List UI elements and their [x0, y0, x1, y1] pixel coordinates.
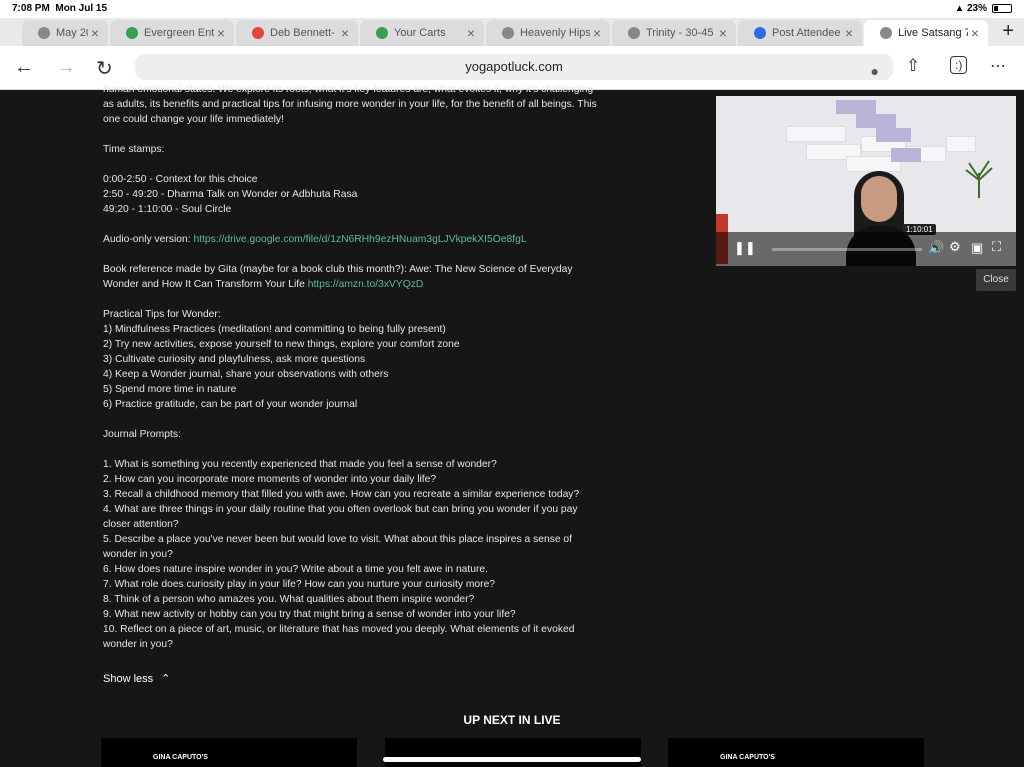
home-indicator[interactable]	[383, 757, 641, 762]
tab-label: Evergreen Ente	[144, 27, 214, 39]
zoom-icon	[754, 27, 766, 39]
list-item: 6. How does nature inspire wonder in you…	[103, 564, 489, 575]
reload-icon[interactable]: ↻	[96, 56, 113, 81]
list-item: 4) Keep a Wonder journal, share your obs…	[103, 369, 389, 380]
audio-line: Audio-only version: https://drive.google…	[103, 234, 527, 245]
close-tab-icon[interactable]: ×	[968, 25, 982, 41]
plant-icon	[965, 160, 993, 198]
mountain-icon	[126, 27, 138, 39]
timestamps-list: 0:00-2:50 - Context for this choice 2:50 …	[103, 172, 603, 217]
browser-tab[interactable]: Your Carts ×	[360, 20, 484, 46]
tabs-overview-icon[interactable]: :)	[950, 56, 968, 74]
list-item: 2. How can you incorporate more moments …	[103, 474, 437, 485]
progress-bar[interactable]	[772, 248, 922, 251]
share-icon[interactable]: ⇧	[906, 56, 920, 76]
description-body: human emotional states. We explore its r…	[103, 82, 603, 652]
tab-label: Your Carts	[394, 27, 446, 39]
browser-tab[interactable]: Post Attendee ×	[738, 20, 862, 46]
status-time: 7:08 PM Mon Jul 15	[12, 3, 108, 14]
status-bar: 7:08 PM Mon Jul 15 ▴ 23%	[0, 0, 1024, 18]
close-tab-icon[interactable]: ×	[464, 25, 478, 41]
intro-paragraph: human emotional states. We explore its r…	[103, 84, 597, 125]
pip-icon[interactable]: ▣	[971, 240, 983, 256]
volume-icon[interactable]: 🔊	[928, 240, 944, 256]
close-tab-icon[interactable]: ×	[590, 25, 604, 41]
book-line: Book reference made by Gita (maybe for a…	[103, 264, 573, 290]
list-item: 6) Practice gratitude, can be part of yo…	[103, 399, 358, 410]
mountain-icon	[376, 27, 388, 39]
tab-bar: May 2024 Z×Evergreen Ente×Deb Bennett- M…	[0, 18, 1024, 46]
prompts-title: Journal Prompts:	[103, 429, 181, 440]
timestamps-title: Time stamps:	[103, 144, 165, 155]
list-item: 0:00-2:50 - Context for this choice	[103, 174, 258, 185]
globe-icon	[38, 27, 50, 39]
video-player[interactable]: 1:10:01 ❚❚ 🔊 ⚙ ▣ ⛶	[716, 96, 1016, 266]
list-item: 3) Cultivate curiosity and playfulness, …	[103, 354, 366, 365]
fullscreen-icon[interactable]: ⛶	[992, 239, 1001, 255]
list-item: 49:20 - 1:10:00 - Soul Circle	[103, 204, 232, 215]
new-tab-button[interactable]: +	[1002, 20, 1014, 43]
browser-tab[interactable]: May 2024 Z×	[22, 20, 108, 46]
browser-tab[interactable]: Heavenly Hips ×	[486, 20, 610, 46]
pause-icon[interactable]: ❚❚	[734, 240, 756, 256]
tips-title: Practical Tips for Wonder:	[103, 309, 221, 320]
up-next-title: UP NEXT IN LIVE	[463, 713, 561, 727]
forward-icon[interactable]: →	[56, 56, 76, 79]
settings-gear-icon[interactable]: ⚙	[949, 239, 961, 255]
back-icon[interactable]: ←	[14, 56, 34, 79]
address-bar[interactable]: yogapotluck.com ●	[135, 54, 893, 80]
tab-label: Heavenly Hips	[520, 27, 590, 39]
up-next-card[interactable]	[385, 738, 641, 767]
list-item: 10. Reflect on a piece of art, music, or…	[103, 624, 575, 650]
tab-label: Trinity - 30-45	[646, 27, 714, 39]
list-item: 3. Recall a childhood memory that filled…	[103, 489, 580, 500]
tips-list: 1) Mindfulness Practices (meditation! an…	[103, 322, 603, 412]
up-next-card[interactable]: GINA CAPUTO'S	[101, 738, 357, 767]
list-item: 5. Describe a place you've never been bu…	[103, 534, 573, 560]
browser-tab[interactable]: Evergreen Ente ×	[110, 20, 234, 46]
close-tab-icon[interactable]: ×	[842, 25, 856, 41]
browser-tab[interactable]: Deb Bennett- M×	[236, 20, 358, 46]
close-tab-icon[interactable]: ×	[88, 25, 102, 41]
map-pin-icon	[252, 27, 264, 39]
wifi-icon: ▴	[956, 3, 962, 14]
close-tab-icon[interactable]: ×	[338, 25, 352, 41]
list-item: 7. What role does curiosity play in your…	[103, 579, 496, 590]
browser-tab[interactable]: Trinity - 30-45 ×	[612, 20, 736, 46]
list-item: 1) Mindfulness Practices (meditation! an…	[103, 324, 446, 335]
browser-tab[interactable]: Live Satsang 7/×	[864, 20, 988, 46]
more-menu-icon[interactable]: ⋯	[990, 56, 1006, 76]
battery-percent: 23%	[966, 3, 987, 14]
tab-label: Deb Bennett- M	[270, 27, 338, 39]
prompts-list: 1. What is something you recently experi…	[103, 457, 603, 652]
chevron-up-icon: ⌃	[161, 673, 171, 685]
tab-label: Live Satsang 7/	[898, 27, 968, 39]
globe-icon	[502, 27, 514, 39]
globe-icon	[880, 27, 892, 39]
book-link[interactable]: https://amzn.to/3xVYQzD	[308, 279, 424, 290]
close-tab-icon[interactable]: ×	[716, 25, 730, 41]
tab-label: May 2024 Z	[56, 27, 88, 39]
up-next-card[interactable]: GINA CAPUTO'S	[668, 738, 924, 767]
list-item: 2) Try new activities, expose yourself t…	[103, 339, 460, 350]
video-controls: ❚❚ 🔊 ⚙ ▣ ⛶	[716, 232, 1016, 266]
close-tab-icon[interactable]: ×	[214, 25, 228, 41]
list-item: 1. What is something you recently experi…	[103, 459, 497, 470]
list-item: 8. Think of a person who amazes you. Wha…	[103, 594, 475, 605]
audio-link[interactable]: https://drive.google.com/file/d/1zN6RHh9…	[193, 234, 526, 245]
globe-icon	[628, 27, 640, 39]
microphone-icon[interactable]: ●	[871, 58, 879, 84]
battery-icon	[992, 4, 1012, 13]
list-item: 9. What new activity or hobby can you tr…	[103, 609, 516, 620]
show-less-button[interactable]: Show less ⌃	[103, 672, 171, 686]
close-video-button[interactable]: Close	[976, 269, 1016, 291]
list-item: 2:50 - 49:20 - Dharma Talk on Wonder or …	[103, 189, 358, 200]
list-item: 5) Spend more time in nature	[103, 384, 237, 395]
tab-label: Post Attendee	[772, 27, 841, 39]
list-item: 4. What are three things in your daily r…	[103, 504, 578, 530]
